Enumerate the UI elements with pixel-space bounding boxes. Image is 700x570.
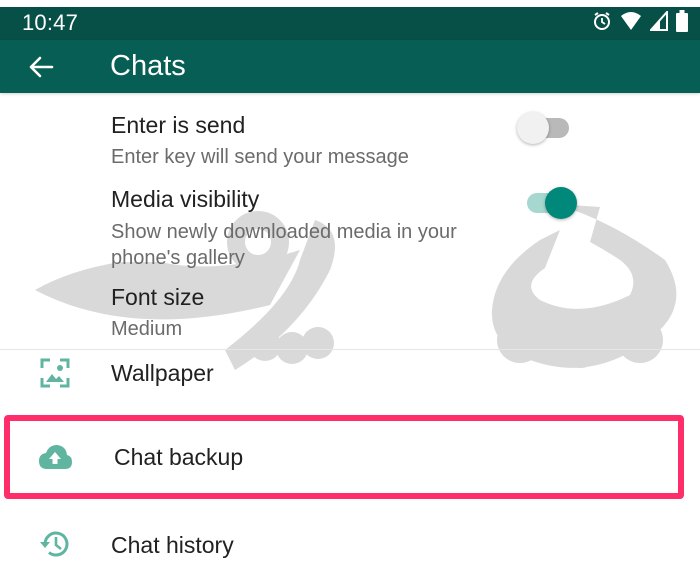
setting-title: Chat history xyxy=(111,532,234,558)
setting-media-visibility[interactable]: Media visibility Show newly downloaded m… xyxy=(0,176,700,272)
app-bar: Chats xyxy=(0,40,700,93)
setting-title: Font size xyxy=(111,284,205,310)
section-divider xyxy=(0,349,700,350)
setting-value: Medium xyxy=(111,318,183,340)
setting-subtitle: Enter key will send your message xyxy=(111,146,409,168)
setting-wallpaper[interactable]: Wallpaper xyxy=(0,352,700,412)
setting-font-size[interactable]: Font size Medium xyxy=(0,276,700,346)
history-icon xyxy=(38,527,72,561)
enter-is-send-toggle[interactable] xyxy=(517,112,569,144)
setting-subtitle: Show newly downloaded media in your xyxy=(111,221,457,243)
status-bar: 10:47 xyxy=(0,7,700,40)
signal-icon xyxy=(648,8,668,36)
setting-chat-backup[interactable]: Chat backup xyxy=(0,421,700,493)
setting-subtitle-line2: phone's gallery xyxy=(111,247,245,269)
setting-chat-history[interactable]: Chat history xyxy=(0,512,700,570)
alarm-icon xyxy=(592,11,612,36)
arrow-left-icon xyxy=(29,56,54,78)
wifi-icon xyxy=(620,11,642,36)
wallpaper-icon xyxy=(38,356,72,390)
setting-title: Media visibility xyxy=(111,186,260,212)
setting-title: Enter is send xyxy=(111,112,246,138)
status-time: 10:47 xyxy=(22,10,79,35)
page-title: Chats xyxy=(110,50,186,82)
setting-title: Chat backup xyxy=(114,444,244,470)
status-icons xyxy=(592,8,688,37)
media-visibility-toggle[interactable] xyxy=(527,187,579,219)
cloud-upload-icon xyxy=(38,440,72,474)
battery-icon xyxy=(676,9,688,37)
setting-enter-is-send[interactable]: Enter is send Enter key will send your m… xyxy=(0,100,700,172)
setting-title: Wallpaper xyxy=(111,360,214,386)
back-button[interactable] xyxy=(24,50,58,84)
